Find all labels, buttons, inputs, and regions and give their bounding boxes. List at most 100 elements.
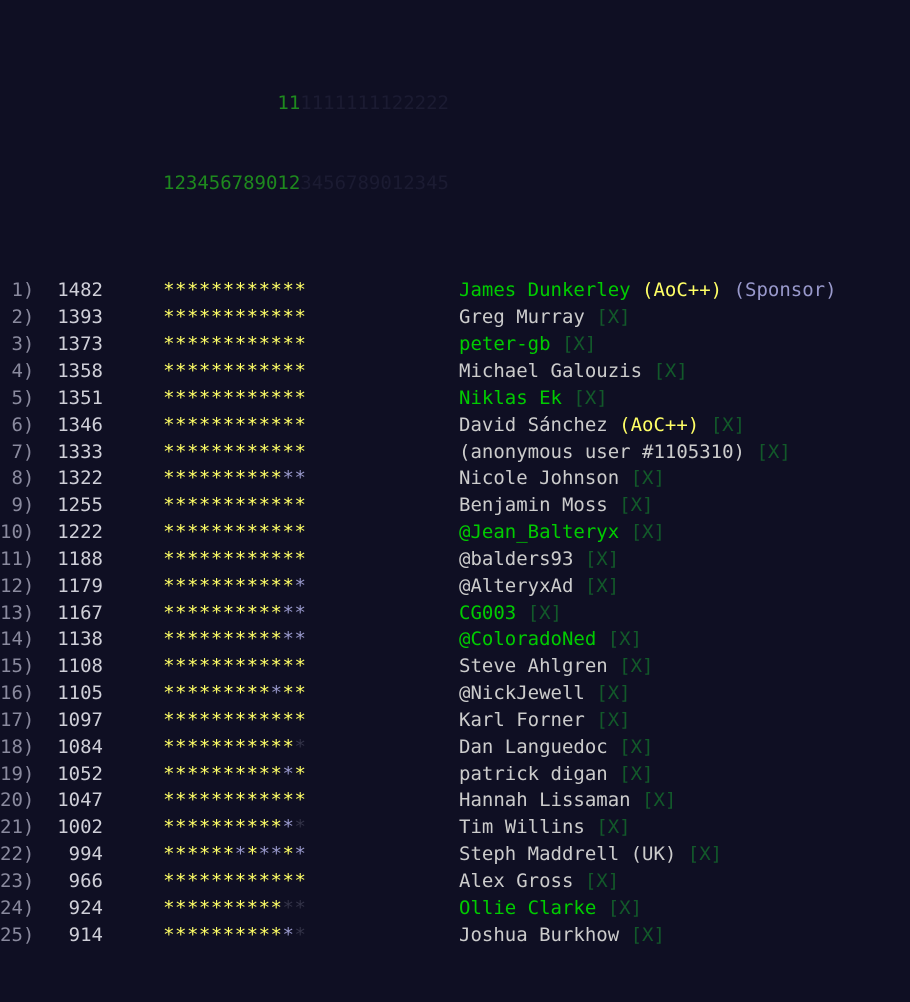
leaderboard-row: 24) 924************Ollie Clarke [X] [0, 895, 910, 922]
rank-label: 13) [0, 602, 34, 624]
anonymize-marker[interactable]: [X] [642, 789, 676, 811]
leaderboard-row: 16) 1105************@NickJewell [X] [0, 680, 910, 707]
member-cell: David Sánchez (AoC++) [X] [459, 412, 745, 439]
anonymize-marker[interactable]: [X] [619, 655, 653, 677]
member-name[interactable]: Joshua Burkhow [459, 924, 619, 946]
spacer [608, 414, 619, 436]
gold-star: * [283, 843, 295, 865]
gold-star: ************ [163, 333, 306, 355]
member-name[interactable]: Alex Gross [459, 870, 573, 892]
empty-star: ** [283, 897, 307, 919]
member-cell: Karl Forner [X] [459, 707, 631, 734]
member-name[interactable]: Ollie Clarke [459, 897, 596, 919]
member-name[interactable]: @ColoradoNed [459, 628, 596, 650]
member-name[interactable]: David Sánchez [459, 414, 608, 436]
leaderboard-row: 3) 1373************peter-gb [X] [0, 331, 910, 358]
member-name[interactable]: (anonymous user #1105310) [459, 441, 745, 463]
member-name[interactable]: Dan Languedoc [459, 736, 608, 758]
gold-star: * [247, 843, 259, 865]
member-cell: (anonymous user #1105310) [X] [459, 439, 791, 466]
anonymize-marker[interactable]: [X] [585, 575, 619, 597]
member-cell: Nicole Johnson [X] [459, 465, 665, 492]
member-name[interactable]: Niklas Ek [459, 387, 562, 409]
anonymize-marker[interactable]: [X] [608, 628, 642, 650]
leaderboard-row: 17) 1097************Karl Forner [X] [0, 707, 910, 734]
score-value: 1047 [57, 789, 103, 811]
score-value: 1333 [57, 441, 103, 463]
spacer [631, 279, 642, 301]
anonymize-marker[interactable]: [X] [688, 843, 722, 865]
anonymize-marker[interactable]: [X] [619, 736, 653, 758]
spacer [34, 387, 57, 409]
member-name[interactable]: patrick digan [459, 763, 608, 785]
anonymize-marker[interactable]: [X] [585, 548, 619, 570]
member-name[interactable]: Steph Maddrell (UK) [459, 843, 676, 865]
member-name[interactable]: Karl Forner [459, 709, 585, 731]
member-name[interactable]: Nicole Johnson [459, 467, 619, 489]
anonymize-marker[interactable]: [X] [596, 682, 630, 704]
anonymize-marker[interactable]: [X] [596, 816, 630, 838]
rank-label: 16) [0, 682, 34, 704]
anonymize-marker[interactable]: [X] [596, 306, 630, 328]
gold-star: ************ [163, 360, 306, 382]
anonymize-marker[interactable]: [X] [528, 602, 562, 624]
rank-label: 18) [0, 736, 34, 758]
rank-label: 20) [0, 789, 34, 811]
member-name[interactable]: Michael Galouzis [459, 360, 642, 382]
anonymize-marker[interactable]: [X] [619, 494, 653, 516]
star-grid: ************ [163, 841, 306, 868]
anonymize-marker[interactable]: [X] [631, 467, 665, 489]
star-grid: ************ [163, 358, 306, 385]
anonymize-marker[interactable]: [X] [562, 333, 596, 355]
member-name[interactable]: Steve Ahlgren [459, 655, 608, 677]
member-name[interactable]: CG003 [459, 602, 516, 624]
spacer [34, 521, 57, 543]
score-value: 1097 [57, 709, 103, 731]
score-value: 914 [57, 924, 103, 946]
spacer [585, 682, 596, 704]
star-grid: ************ [163, 814, 306, 841]
gold-star: ********** [163, 628, 282, 650]
rank-label: 24) [0, 897, 34, 919]
anonymize-marker[interactable]: [X] [631, 924, 665, 946]
rank-label: 3) [0, 333, 34, 355]
member-name[interactable]: Benjamin Moss [459, 494, 608, 516]
spacer [34, 816, 57, 838]
member-name[interactable]: James Dunkerley [459, 279, 631, 301]
anonymize-marker[interactable]: [X] [585, 870, 619, 892]
star-grid: ************ [163, 895, 306, 922]
member-name[interactable]: @NickJewell [459, 682, 585, 704]
day-numbers-released: 11 [163, 92, 300, 114]
anonymize-marker[interactable]: [X] [653, 360, 687, 382]
score-value: 1351 [57, 387, 103, 409]
silver-star: ** [259, 843, 283, 865]
leaderboard-row: 9) 1255************Benjamin Moss [X] [0, 492, 910, 519]
member-cell: @balders93 [X] [459, 546, 619, 573]
member-name[interactable]: Tim Willins [459, 816, 585, 838]
spacer [608, 736, 619, 758]
member-name[interactable]: @Jean_Balteryx [459, 521, 619, 543]
spacer [619, 521, 630, 543]
silver-star: * [271, 682, 283, 704]
gold-star: ************ [163, 709, 306, 731]
anonymize-marker[interactable]: [X] [596, 709, 630, 731]
day-numbers-locked: 3456789012345 [300, 172, 449, 194]
anonymize-marker[interactable]: [X] [608, 897, 642, 919]
spacer [34, 870, 57, 892]
anonymize-marker[interactable]: [X] [619, 763, 653, 785]
anonymize-marker[interactable]: [X] [756, 441, 790, 463]
member-name[interactable]: peter-gb [459, 333, 551, 355]
gold-star: ********** [163, 816, 282, 838]
gold-star: ************ [163, 521, 306, 543]
score-value: 1358 [57, 360, 103, 382]
member-name[interactable]: @AlteryxAd [459, 575, 573, 597]
anonymize-marker[interactable]: [X] [711, 414, 745, 436]
score-value: 1322 [57, 467, 103, 489]
anonymize-marker[interactable]: [X] [573, 387, 607, 409]
member-name[interactable]: @balders93 [459, 548, 573, 570]
star-grid: ************ [163, 546, 306, 573]
anonymize-marker[interactable]: [X] [631, 521, 665, 543]
member-name[interactable]: Greg Murray [459, 306, 585, 328]
member-name[interactable]: Hannah Lissaman [459, 789, 631, 811]
spacer [722, 279, 733, 301]
